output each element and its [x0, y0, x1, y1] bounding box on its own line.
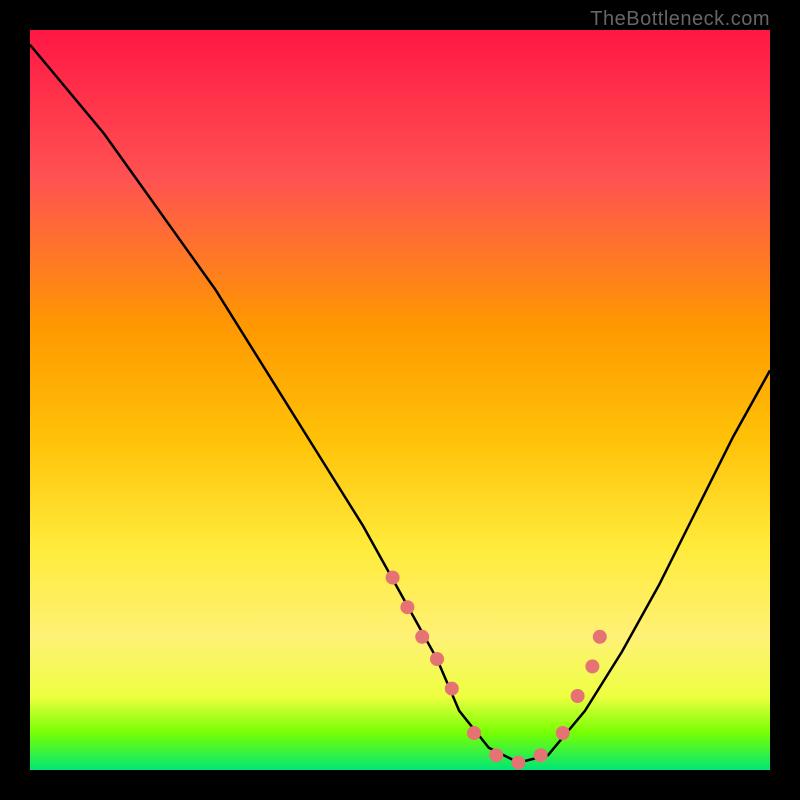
marker-point	[430, 652, 444, 666]
marker-point	[415, 630, 429, 644]
bottleneck-curve	[30, 45, 770, 763]
marker-point	[511, 756, 525, 770]
marker-point	[571, 689, 585, 703]
marker-point	[585, 659, 599, 673]
marker-point	[534, 748, 548, 762]
marker-point	[489, 748, 503, 762]
marker-point	[445, 682, 459, 696]
marker-point	[400, 600, 414, 614]
highlight-markers	[386, 571, 607, 770]
marker-point	[556, 726, 570, 740]
chart-area	[30, 30, 770, 770]
curve-layer	[30, 30, 770, 770]
marker-point	[467, 726, 481, 740]
marker-point	[386, 571, 400, 585]
watermark-text: TheBottleneck.com	[590, 8, 770, 31]
marker-point	[593, 630, 607, 644]
